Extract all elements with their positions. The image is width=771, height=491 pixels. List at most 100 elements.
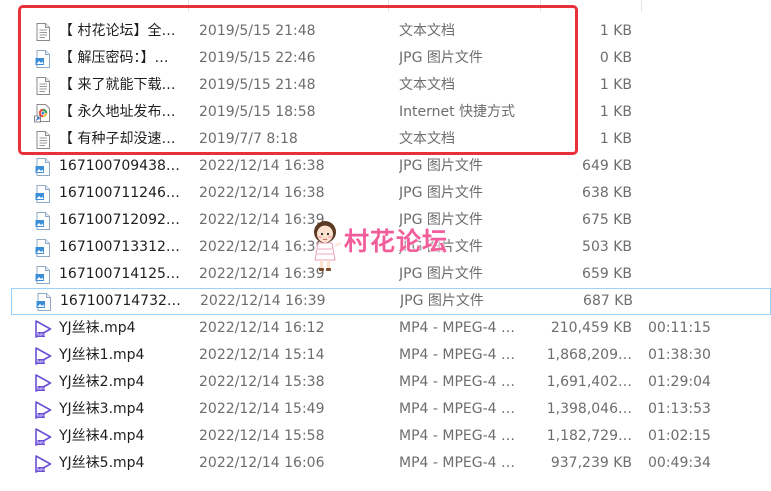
file-type: MP4 - MPEG-4 … — [399, 428, 516, 444]
file-size: 649 KB — [582, 158, 632, 174]
file-type: JPG 图片文件 — [400, 293, 484, 309]
file-row[interactable]: 167100712092… 2022/12/14 16:39 JPG 图片文件 675… — [30, 207, 770, 234]
file-row[interactable]: MP4 YJ丝袜5.mp4 2022/12/14 16:06 MP4 - MPEG-4… — [30, 450, 770, 477]
video-file-icon: MP4 — [33, 373, 53, 393]
file-date-modified: 2019/5/15 21:48 — [199, 77, 316, 93]
file-type: MP4 - MPEG-4 … — [399, 347, 516, 363]
jpg-file-icon — [33, 184, 53, 204]
file-name: 167100713312… — [59, 239, 180, 255]
file-name: 167100712092… — [59, 212, 180, 228]
file-type: JPG 图片文件 — [399, 158, 483, 174]
jpg-file-icon — [33, 238, 53, 258]
file-duration: 01:29:04 — [648, 374, 711, 390]
file-size: 1 KB — [599, 77, 632, 93]
file-name: YJ丝袜4.mp4 — [59, 428, 145, 444]
jpg-file-icon — [33, 265, 53, 285]
file-size: 638 KB — [582, 185, 632, 201]
jpg-file-icon — [33, 157, 53, 177]
file-row[interactable]: 【 解压密码：】… 2019/5/15 22:46 JPG 图片文件 0 KB — [30, 45, 770, 72]
file-date-modified: 2019/5/15 21:48 — [199, 23, 316, 39]
file-type: 文本文档 — [399, 77, 455, 93]
svg-text:MP4: MP4 — [38, 468, 46, 472]
internet-shortcut-icon — [33, 103, 53, 123]
file-row[interactable]: 【 村花论坛】全… 2019/5/15 21:48 文本文档 1 KB — [30, 18, 770, 45]
file-duration: 01:13:53 — [648, 401, 711, 417]
file-type: Internet 快捷方式 — [399, 104, 516, 120]
file-row[interactable]: MP4 YJ丝袜.mp4 2022/12/14 16:12 MP4 - MPEG-4 … — [30, 315, 770, 342]
file-size: 1,868,209… — [546, 347, 632, 363]
file-date-modified: 2019/5/15 22:46 — [199, 50, 316, 66]
file-size: 687 KB — [583, 293, 633, 309]
text-file-icon — [33, 76, 53, 96]
file-type: MP4 - MPEG-4 … — [399, 401, 516, 417]
column-separator — [388, 0, 389, 12]
file-row[interactable]: 【 来了就能下载… 2019/5/15 21:48 文本文档 1 KB — [30, 72, 770, 99]
file-date-modified: 2022/12/14 16:39 — [199, 212, 325, 228]
file-size: 210,459 KB — [550, 320, 632, 336]
file-name: YJ丝袜5.mp4 — [59, 455, 145, 471]
column-separator — [188, 0, 189, 12]
file-row[interactable]: 【 有种子却没速… 2019/7/7 8:18 文本文档 1 KB — [30, 126, 770, 153]
file-row[interactable]: MP4 YJ丝袜3.mp4 2022/12/14 15:49 MP4 - MPEG-4… — [30, 396, 770, 423]
file-date-modified: 2022/12/14 16:38 — [199, 185, 325, 201]
file-date-modified: 2019/7/7 8:18 — [199, 131, 298, 147]
file-type: 文本文档 — [399, 131, 455, 147]
file-date-modified: 2022/12/14 16:39 — [199, 239, 325, 255]
column-separator — [641, 0, 642, 12]
file-date-modified: 2022/12/14 15:14 — [199, 347, 325, 363]
file-row[interactable]: 167100714125… 2022/12/14 16:39 JPG 图片文件 659… — [30, 261, 770, 288]
file-duration: 01:02:15 — [648, 428, 711, 444]
file-row[interactable]: 【 永久地址发布… 2019/5/15 18:58 Internet 快捷方式 1 K… — [30, 99, 770, 126]
file-row[interactable]: 167100709438… 2022/12/14 16:38 JPG 图片文件 649… — [30, 153, 770, 180]
file-size: 1,182,729… — [546, 428, 632, 444]
file-date-modified: 2022/12/14 16:39 — [199, 266, 325, 282]
file-type: JPG 图片文件 — [399, 239, 483, 255]
file-size: 1 KB — [599, 23, 632, 39]
file-name: 【 村花论坛】全… — [59, 23, 176, 39]
file-duration: 01:38:30 — [648, 347, 711, 363]
file-date-modified: 2019/5/15 18:58 — [199, 104, 316, 120]
file-date-modified: 2022/12/14 15:58 — [199, 428, 325, 444]
file-duration: 00:11:15 — [648, 320, 711, 336]
video-file-icon: MP4 — [33, 346, 53, 366]
file-row[interactable]: MP4 YJ丝袜2.mp4 2022/12/14 15:38 MP4 - MPEG-4… — [30, 369, 770, 396]
svg-text:MP4: MP4 — [38, 333, 46, 337]
file-date-modified: 2022/12/14 16:06 — [199, 455, 325, 471]
video-file-icon: MP4 — [33, 427, 53, 447]
file-name: 【 来了就能下载… — [59, 77, 176, 93]
jpg-file-icon — [33, 49, 53, 69]
svg-text:MP4: MP4 — [38, 360, 46, 364]
file-type: JPG 图片文件 — [399, 185, 483, 201]
file-size: 503 KB — [582, 239, 632, 255]
file-type: JPG 图片文件 — [399, 266, 483, 282]
column-separator — [540, 0, 541, 12]
text-file-icon — [33, 22, 53, 42]
file-size: 1,691,402… — [546, 374, 632, 390]
file-name: 【 有种子却没速… — [59, 131, 176, 147]
file-date-modified: 2022/12/14 15:49 — [199, 401, 325, 417]
file-name: YJ丝袜2.mp4 — [59, 374, 145, 390]
svg-text:MP4: MP4 — [38, 414, 46, 418]
file-name: 【 解压密码：】… — [59, 50, 169, 66]
file-type: MP4 - MPEG-4 … — [399, 455, 516, 471]
file-row-selected[interactable]: 167100714732… 2022/12/14 16:39 JPG 图片文件 687… — [11, 288, 771, 315]
file-name: YJ丝袜.mp4 — [59, 320, 136, 336]
svg-text:MP4: MP4 — [38, 441, 46, 445]
file-date-modified: 2022/12/14 16:12 — [199, 320, 325, 336]
file-type: JPG 图片文件 — [399, 50, 483, 66]
file-row[interactable]: 167100711246… 2022/12/14 16:38 JPG 图片文件 638… — [30, 180, 770, 207]
file-name: YJ丝袜1.mp4 — [59, 347, 145, 363]
file-row[interactable]: MP4 YJ丝袜4.mp4 2022/12/14 15:58 MP4 - MPEG-4… — [30, 423, 770, 450]
file-name: 167100714732… — [60, 293, 181, 309]
file-size: 659 KB — [582, 266, 632, 282]
file-name: 167100709438… — [59, 158, 180, 174]
video-file-icon: MP4 — [33, 400, 53, 420]
file-type: JPG 图片文件 — [399, 212, 483, 228]
file-row[interactable]: 167100713312… 2022/12/14 16:39 JPG 图片文件 503… — [30, 234, 770, 261]
file-size: 0 KB — [599, 50, 632, 66]
svg-text:MP4: MP4 — [38, 387, 46, 391]
file-size: 1,398,046… — [546, 401, 632, 417]
file-duration: 00:49:34 — [648, 455, 711, 471]
file-date-modified: 2022/12/14 16:38 — [199, 158, 325, 174]
file-row[interactable]: MP4 YJ丝袜1.mp4 2022/12/14 15:14 MP4 - MPEG-4… — [30, 342, 770, 369]
